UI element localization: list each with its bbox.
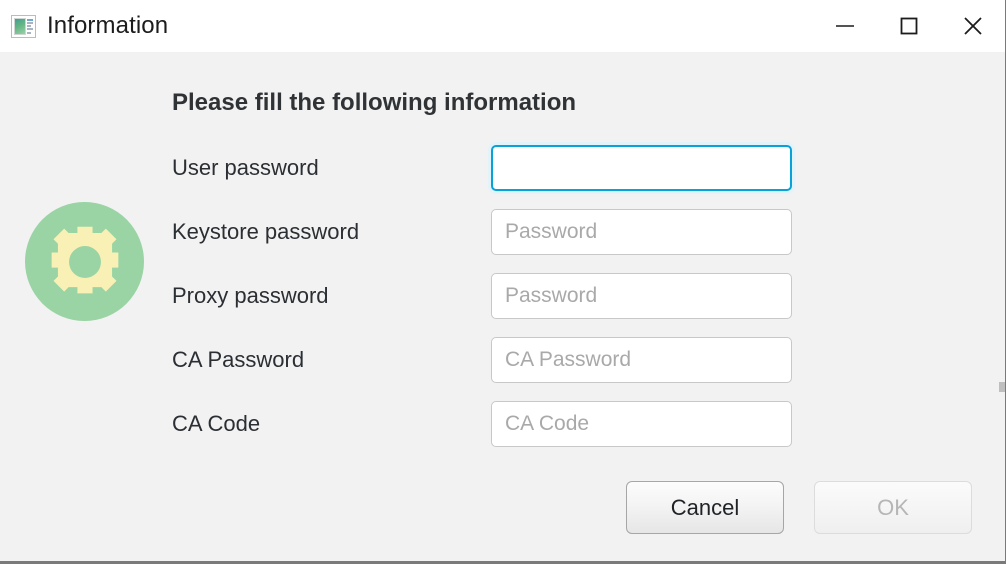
dialog-buttons: Cancel OK — [626, 481, 972, 534]
close-icon[interactable] — [941, 0, 1005, 52]
form-row-ca-password: CA Password — [172, 337, 792, 401]
user-password-input[interactable] — [491, 145, 792, 191]
label-user-password: User password — [172, 155, 319, 180]
keystore-password-input[interactable] — [491, 209, 792, 255]
title-bar-left: Information — [0, 12, 813, 40]
form-row-user-password: User password — [172, 145, 792, 209]
form-row-ca-code: CA Code — [172, 401, 792, 465]
ca-code-input[interactable] — [491, 401, 792, 447]
proxy-password-input[interactable] — [491, 273, 792, 319]
label-ca-password: CA Password — [172, 347, 305, 372]
window-list-icon-lines — [27, 18, 33, 35]
minimize-icon[interactable] — [813, 0, 877, 52]
page-title: Please fill the following information — [172, 89, 577, 116]
information-dialog-window: Information Please fill the following in… — [0, 0, 1006, 564]
window-list-icon — [11, 14, 36, 38]
form-rows: User password Keystore password Proxy pa… — [172, 145, 792, 465]
label-ca-code: CA Code — [172, 411, 261, 436]
vertical-scrollbar[interactable] — [999, 52, 1005, 561]
form-row-keystore-password: Keystore password — [172, 209, 792, 273]
label-keystore-password: Keystore password — [172, 219, 360, 244]
window-title: Information — [47, 12, 169, 39]
gear-icon — [25, 202, 144, 321]
window-list-icon-preview — [14, 17, 26, 35]
ca-password-input[interactable] — [491, 337, 792, 383]
maximize-icon[interactable] — [877, 0, 941, 52]
title-bar: Information — [0, 0, 1005, 52]
label-proxy-password: Proxy password — [172, 283, 329, 308]
cancel-button[interactable]: Cancel — [626, 481, 784, 534]
window-controls — [813, 0, 1005, 52]
scrollbar-thumb[interactable] — [999, 382, 1005, 392]
dialog-content: Please fill the following information Us… — [0, 52, 1005, 561]
ok-button[interactable]: OK — [814, 481, 972, 534]
form-row-proxy-password: Proxy password — [172, 273, 792, 337]
